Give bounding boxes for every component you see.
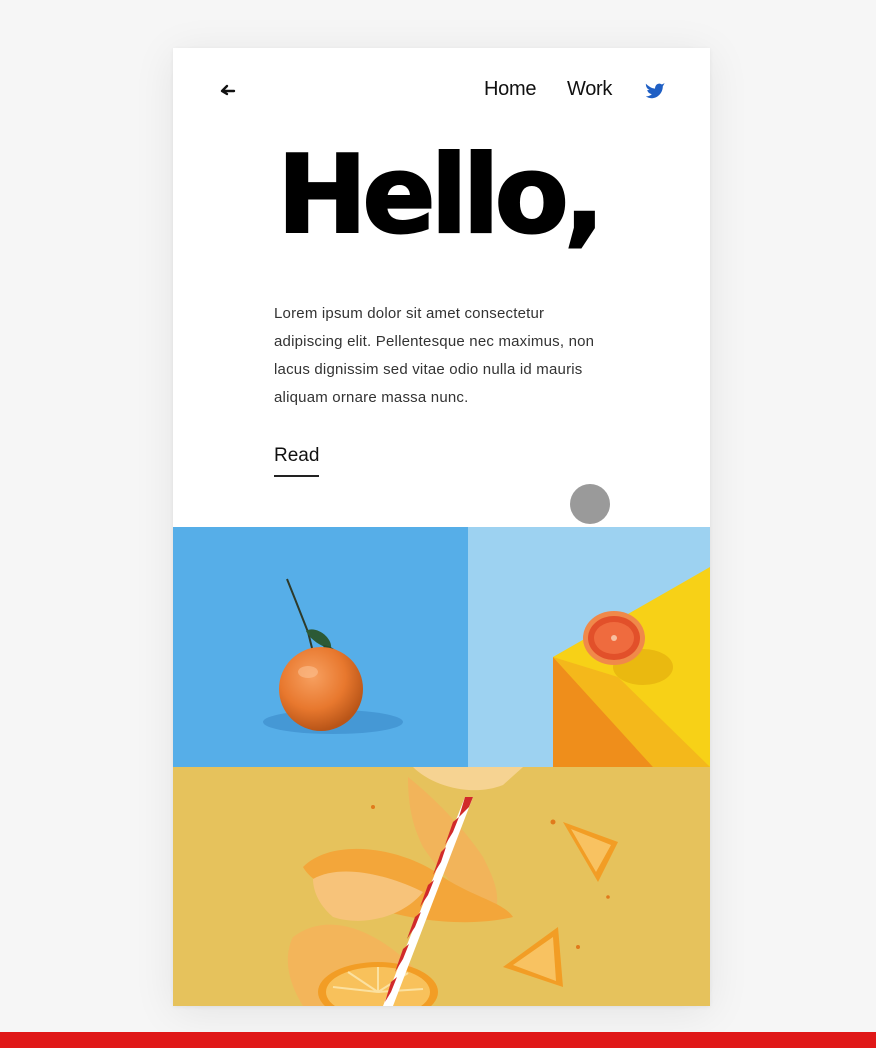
gallery-image-tangerine[interactable] bbox=[173, 527, 468, 767]
read-link[interactable]: Read bbox=[274, 445, 320, 477]
intro-paragraph: Lorem ipsum dolor sit amet consectetur a… bbox=[274, 305, 595, 406]
nav-link-home[interactable]: Home bbox=[484, 78, 536, 101]
back-arrow-icon[interactable] bbox=[218, 80, 238, 100]
twitter-icon[interactable] bbox=[644, 79, 666, 101]
bottom-bar bbox=[0, 1032, 876, 1048]
page-card: Home Work Hello, Lorem ipsum dolor sit a… bbox=[173, 48, 710, 1006]
scroll-indicator[interactable] bbox=[570, 484, 610, 524]
nav-link-work[interactable]: Work bbox=[567, 78, 612, 101]
gallery-image-orange-peels[interactable] bbox=[173, 767, 710, 1006]
gallery-image-grapefruit[interactable] bbox=[468, 527, 710, 767]
hero-title: Hello, bbox=[276, 132, 606, 259]
